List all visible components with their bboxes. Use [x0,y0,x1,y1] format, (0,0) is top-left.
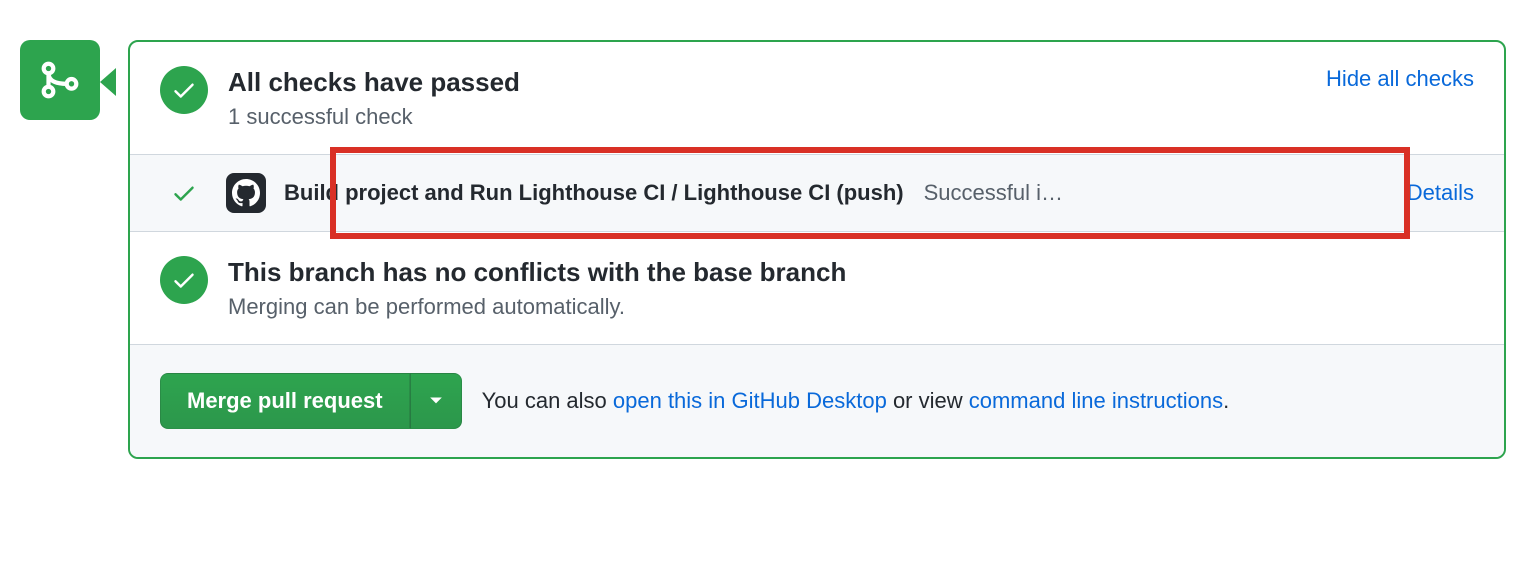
check-item-row: Build project and Run Lighthouse CI / Li… [130,155,1504,232]
merge-pull-request-button[interactable]: Merge pull request [160,373,410,429]
merge-footer-text: You can also open this in GitHub Desktop… [482,388,1230,414]
conflicts-section: This branch has no conflicts with the ba… [130,232,1504,345]
check-icon [171,267,197,293]
footer-text-suffix: . [1223,388,1229,413]
hide-checks-link[interactable]: Hide all checks [1326,66,1474,92]
github-actions-avatar [226,173,266,213]
conflicts-title: This branch has no conflicts with the ba… [228,256,1474,290]
merge-timeline-badge [20,40,100,120]
success-status-badge [160,256,208,304]
check-details-link[interactable]: Details [1407,180,1474,206]
open-github-desktop-link[interactable]: open this in GitHub Desktop [613,388,887,413]
merge-status-panel: All checks have passed 1 successful chec… [128,40,1506,459]
caret-down-icon [429,396,443,406]
check-item-status-text: Successful i… [924,180,1063,206]
conflicts-subtitle: Merging can be performed automatically. [228,294,1474,320]
merge-options-dropdown-button[interactable] [410,373,462,429]
merge-button-group: Merge pull request [160,373,462,429]
footer-text-middle: or view [887,388,969,413]
merge-footer: Merge pull request You can also open thi… [130,345,1504,457]
checks-summary-subtitle: 1 successful check [228,104,1306,130]
command-line-instructions-link[interactable]: command line instructions [969,388,1223,413]
checks-summary-section: All checks have passed 1 successful chec… [130,42,1504,155]
footer-text-prefix: You can also [482,388,613,413]
checks-summary-title: All checks have passed [228,66,1306,100]
check-item-name[interactable]: Build project and Run Lighthouse CI / Li… [284,180,904,206]
check-icon [171,77,197,103]
success-status-badge [160,66,208,114]
check-item-status [160,180,208,206]
git-merge-icon [37,57,83,103]
github-icon [232,179,260,207]
check-icon [171,180,197,206]
